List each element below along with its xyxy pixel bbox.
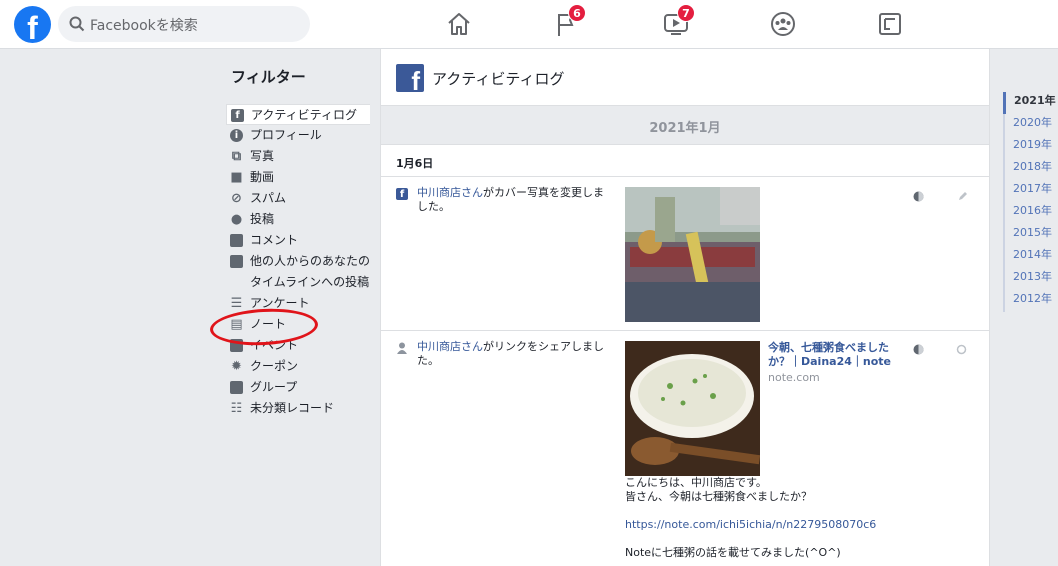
year-link-2013[interactable]: 2013年 bbox=[1003, 268, 1058, 290]
facebook-icon: f bbox=[231, 109, 244, 122]
filter-label: スパム bbox=[250, 191, 287, 205]
filter-label: コメント bbox=[250, 233, 299, 247]
year-link-2018[interactable]: 2018年 bbox=[1003, 158, 1058, 180]
person-icon: ● bbox=[230, 212, 243, 227]
post-url-link[interactable]: https://note.com/ichi5ichia/n/n227950807… bbox=[625, 518, 876, 531]
filter-label: 未分類レコード bbox=[250, 401, 335, 415]
filter-label: アンケート bbox=[250, 296, 310, 310]
filter-label: 写真 bbox=[250, 149, 275, 163]
filter-posts[interactable]: ● 投稿 bbox=[226, 209, 370, 230]
person-icon bbox=[397, 342, 407, 354]
gear-icon: ✹ bbox=[231, 359, 242, 374]
facebook-logo[interactable]: f bbox=[14, 6, 51, 43]
year-link-2015[interactable]: 2015年 bbox=[1003, 224, 1058, 246]
flag-nav[interactable]: 6 bbox=[552, 4, 586, 38]
page-title: アクティビティログ bbox=[432, 70, 565, 88]
poll-icon: ☰ bbox=[230, 296, 243, 311]
post-body: こんにちは、中川商店です。 皆さん、今朝は七種粥食べましたか？ https://… bbox=[625, 476, 925, 560]
filter-comments[interactable]: コメント bbox=[226, 230, 370, 251]
photo-icon: ⧉ bbox=[231, 149, 242, 164]
filter-title: フィルター bbox=[231, 68, 306, 86]
post-line: 皆さん、今朝は七種粥食べましたか？ bbox=[625, 490, 812, 503]
filter-groups[interactable]: グループ bbox=[226, 377, 370, 398]
filter-label: 動画 bbox=[250, 170, 275, 184]
search-box[interactable]: Facebookを検索 bbox=[58, 6, 310, 42]
cover-photo[interactable] bbox=[625, 187, 760, 322]
link-domain: note.com bbox=[768, 371, 820, 384]
post-line: Noteに七種粥の話を載せてみました(^O^) bbox=[625, 546, 841, 559]
facebook-logo-square: f bbox=[396, 64, 424, 92]
actor-link[interactable]: 中川商店さん bbox=[417, 186, 483, 199]
filter-label: グループ bbox=[250, 380, 298, 394]
link-thumbnail[interactable] bbox=[625, 341, 760, 476]
year-link-2017[interactable]: 2017年 bbox=[1003, 180, 1058, 202]
comment-icon bbox=[230, 234, 243, 247]
group-icon bbox=[230, 381, 243, 394]
filter-profile[interactable]: i プロフィール bbox=[226, 125, 370, 146]
filter-label: 他の人からのあなたのタイムラインへの投稿 bbox=[250, 254, 371, 289]
filter-list: f アクティビティログ i プロフィール ⧉ 写真 ■ 動画 ⊘ スパム ● 投… bbox=[226, 104, 370, 419]
header-card: f アクティビティログ bbox=[381, 49, 989, 106]
year-link-2016[interactable]: 2016年 bbox=[1003, 202, 1058, 224]
filter-videos[interactable]: ■ 動画 bbox=[226, 167, 370, 188]
rice-porridge-image bbox=[625, 341, 760, 476]
filter-label: アクティビティログ bbox=[251, 108, 357, 122]
filter-label: 投稿 bbox=[250, 212, 275, 226]
top-bar: f Facebookを検索 6 7 bbox=[0, 0, 1058, 49]
home-icon[interactable] bbox=[444, 10, 474, 38]
visibility-circle-icon[interactable] bbox=[956, 344, 967, 355]
filter-timeline-posts[interactable]: 他の人からのあなたのタイムラインへの投稿 bbox=[226, 251, 370, 293]
main-column: f アクティビティログ 2021年1月 1月6日 f 中川商店さんがカバー写真を… bbox=[380, 49, 990, 566]
privacy-icon[interactable] bbox=[913, 344, 924, 355]
search-icon bbox=[69, 16, 85, 32]
gaming-icon[interactable] bbox=[875, 10, 905, 38]
year-link-2012[interactable]: 2012年 bbox=[1003, 290, 1058, 312]
privacy-icon[interactable] bbox=[913, 191, 924, 202]
month-heading: 2021年1月 bbox=[649, 121, 721, 136]
filter-activity-log[interactable]: f アクティビティログ bbox=[226, 104, 370, 125]
entry-text: 中川商店さんがカバー写真を変更しました。 bbox=[417, 186, 605, 214]
year-link-2021[interactable]: 2021年 bbox=[1003, 92, 1058, 114]
list-icon: ☷ bbox=[230, 401, 243, 416]
entry-text: 中川商店さんがリンクをシェアしました。 bbox=[417, 340, 605, 368]
flag-badge: 6 bbox=[568, 4, 586, 22]
filter-coupons[interactable]: ✹ クーポン bbox=[226, 356, 370, 377]
watch-nav[interactable]: 7 bbox=[661, 4, 695, 38]
year-link-2020[interactable]: 2020年 bbox=[1003, 114, 1058, 136]
video-badge: 7 bbox=[677, 4, 695, 22]
cover-photo-image bbox=[625, 187, 760, 322]
filter-uncategorized[interactable]: ☷ 未分類レコード bbox=[226, 398, 370, 419]
block-icon: ⊘ bbox=[231, 191, 242, 206]
link-title[interactable]: 今朝、七種粥食べましたか？｜Daina24｜note bbox=[768, 341, 893, 369]
filter-label: クーポン bbox=[250, 359, 299, 373]
info-icon: i bbox=[230, 129, 243, 142]
search-input[interactable]: Facebookを検索 bbox=[90, 15, 198, 35]
year-link-2014[interactable]: 2014年 bbox=[1003, 246, 1058, 268]
day-heading: 1月6日 bbox=[396, 157, 434, 170]
video-camera-icon: ■ bbox=[230, 170, 243, 185]
groups-icon[interactable] bbox=[768, 10, 798, 38]
filter-spam[interactable]: ⊘ スパム bbox=[226, 188, 370, 209]
divider bbox=[381, 330, 989, 331]
actor-link[interactable]: 中川商店さん bbox=[417, 340, 483, 353]
edit-icon[interactable] bbox=[957, 191, 968, 202]
filter-photos[interactable]: ⧉ 写真 bbox=[226, 146, 370, 167]
facebook-icon: f bbox=[396, 188, 408, 200]
year-list: 2021年 2020年 2019年 2018年 2017年 2016年 2015… bbox=[1003, 92, 1058, 312]
post-line: こんにちは、中川商店です。 bbox=[625, 476, 767, 489]
activity-card: 1月6日 f 中川商店さんがカバー写真を変更しました。 中川商店さんがリンクをシ… bbox=[381, 144, 989, 566]
year-link-2019[interactable]: 2019年 bbox=[1003, 136, 1058, 158]
filter-label: プロフィール bbox=[250, 128, 322, 142]
divider bbox=[381, 176, 989, 177]
comment-icon bbox=[230, 255, 243, 268]
